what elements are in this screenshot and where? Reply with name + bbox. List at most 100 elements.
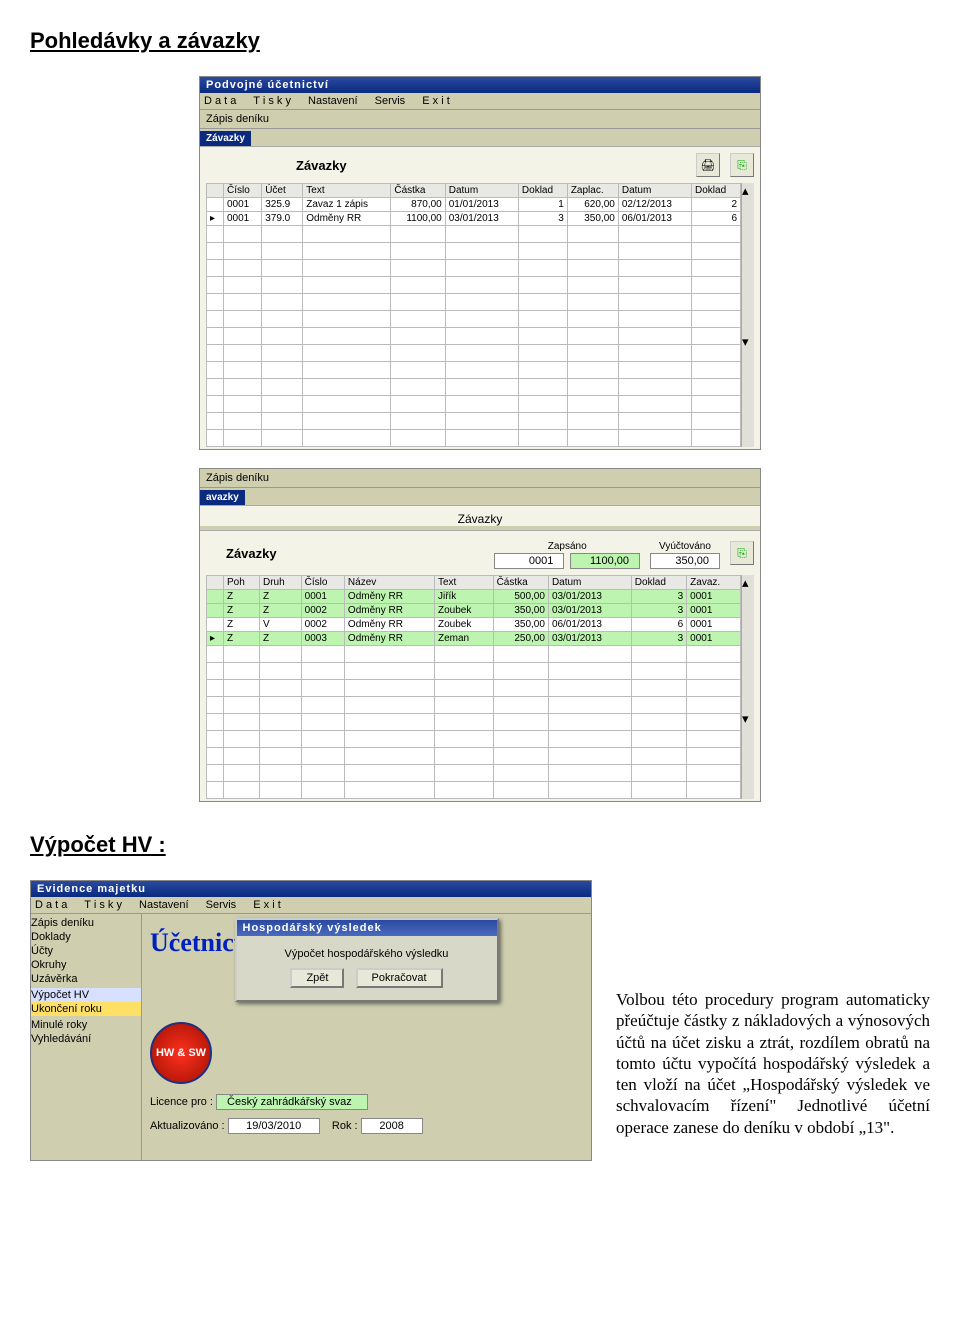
back-button[interactable]: Zpět: [290, 968, 344, 988]
table-row[interactable]: [207, 345, 741, 362]
table-row[interactable]: [207, 328, 741, 345]
aktual-field: 19/03/2010: [228, 1118, 320, 1134]
sidebar-item-ucty[interactable]: Účty: [31, 944, 141, 958]
rok-label: Rok :: [332, 1120, 358, 1132]
license-label: Licence pro :: [150, 1096, 213, 1108]
zavazky-summary-grid[interactable]: Číslo Účet Text Částka Datum Doklad Zapl…: [206, 183, 741, 447]
col-datum[interactable]: Datum: [445, 184, 518, 198]
exit-door-icon[interactable]: ⎘: [730, 541, 754, 565]
sidebar-item-okruhy[interactable]: Okruhy: [31, 958, 141, 972]
table-row[interactable]: [207, 782, 741, 799]
sidebar-item-minule[interactable]: Minulé roky: [31, 1018, 141, 1032]
table-row[interactable]: [207, 697, 741, 714]
menu-item-exit[interactable]: E x i t: [422, 95, 450, 107]
table-row[interactable]: [207, 714, 741, 731]
table-row[interactable]: [207, 680, 741, 697]
col-druh[interactable]: Druh: [260, 576, 302, 590]
col-doklad[interactable]: Doklad: [631, 576, 686, 590]
exit-door-icon[interactable]: ⎘: [730, 153, 754, 177]
modal-vypocet-hv: Hospodářský výsledek Výpočet hospodářské…: [235, 918, 499, 1002]
table-row[interactable]: 0001 325.9 Zavaz 1 zápis 870,00 01/01/20…: [207, 198, 741, 212]
continue-button[interactable]: Pokračovat: [356, 968, 443, 988]
table-row[interactable]: [207, 226, 741, 243]
col-doklad[interactable]: Doklad: [518, 184, 567, 198]
menu-item-servis[interactable]: Servis: [375, 95, 406, 107]
table-row[interactable]: [207, 379, 741, 396]
tab-zavazky[interactable]: Závazky: [200, 131, 251, 146]
license-field: Český zahrádkářský svaz: [216, 1094, 368, 1110]
table-row[interactable]: ZZ0001Odměny RRJiřík500,0003/01/20133000…: [207, 590, 741, 604]
menu-bar[interactable]: D a t a T i s k y Nastavení Servis E x i…: [31, 897, 591, 914]
menu-item-nastaveni[interactable]: Nastavení: [139, 899, 189, 911]
table-row[interactable]: ZV0002Odměny RRZoubek350,0006/01/2013600…: [207, 618, 741, 632]
scrollbar-icon[interactable]: ▴▾: [741, 575, 754, 799]
panel-title: Závazky: [296, 158, 347, 173]
menu-item-data[interactable]: D a t a: [204, 95, 236, 107]
table-row[interactable]: ZZ0002Odměny RRZoubek350,0003/01/2013300…: [207, 604, 741, 618]
subnav-zapis[interactable]: Zápis deníku: [206, 112, 754, 126]
sidebar-item-vypocet-hv[interactable]: Výpočet HV: [31, 988, 141, 1002]
vyuctovano-field[interactable]: 350,00: [650, 553, 720, 569]
col-doklad2[interactable]: Doklad: [692, 184, 741, 198]
table-row[interactable]: [207, 663, 741, 680]
table-row[interactable]: [207, 765, 741, 782]
sidebar-item-ukonceni[interactable]: Ukončení roku: [31, 1002, 141, 1016]
print-icon[interactable]: 🖨: [696, 153, 720, 177]
sidebar-item-zapis[interactable]: Zápis deníku: [31, 916, 141, 930]
menu-item-tisky[interactable]: T i s k y: [253, 95, 291, 107]
table-row[interactable]: [207, 260, 741, 277]
col-datum2[interactable]: Datum: [618, 184, 691, 198]
col-ucet[interactable]: Účet: [262, 184, 303, 198]
modal-title: Hospodářský výsledek: [237, 920, 497, 936]
table-row[interactable]: [207, 646, 741, 663]
zapsano-field[interactable]: 1100,00: [570, 553, 640, 569]
modal-text: Výpočet hospodářského výsledku: [249, 948, 485, 960]
heading-pohledavky: Pohledávky a závazky: [30, 28, 930, 54]
window-vypocet-hv: Evidence majetku D a t a T i s k y Nasta…: [30, 880, 592, 1161]
table-row[interactable]: ▸ZZ0003Odměny RRZeman250,0003/01/2013300…: [207, 632, 741, 646]
tab-zavazky[interactable]: avazky: [200, 490, 245, 505]
table-row[interactable]: [207, 430, 741, 447]
table-row[interactable]: [207, 294, 741, 311]
table-row[interactable]: [207, 362, 741, 379]
id-field[interactable]: 0001: [494, 553, 564, 569]
window-title: Podvojné účetnictví: [200, 77, 760, 93]
col-text[interactable]: Text: [434, 576, 493, 590]
sidebar-item-uzaverka[interactable]: Uzávěrka: [31, 972, 141, 986]
table-row[interactable]: ▸ 0001 379.0 Odměny RR 1100,00 03/01/201…: [207, 212, 741, 226]
col-nazev[interactable]: Název: [344, 576, 434, 590]
col-datum[interactable]: Datum: [548, 576, 631, 590]
table-row[interactable]: [207, 396, 741, 413]
col-cislo[interactable]: Číslo: [301, 576, 344, 590]
col-cislo[interactable]: Číslo: [224, 184, 262, 198]
menu-item-nastaveni[interactable]: Nastavení: [308, 95, 358, 107]
table-row[interactable]: [207, 413, 741, 430]
col-castka[interactable]: Částka: [493, 576, 548, 590]
zapsano-label: Zapsáno: [548, 541, 587, 552]
col-text[interactable]: Text: [303, 184, 391, 198]
col-castka[interactable]: Částka: [391, 184, 445, 198]
table-row[interactable]: [207, 748, 741, 765]
menu-item-exit[interactable]: E x i t: [253, 899, 281, 911]
menu-item-data[interactable]: D a t a: [35, 899, 67, 911]
scrollbar-icon[interactable]: ▴▾: [741, 183, 754, 447]
table-row[interactable]: [207, 277, 741, 294]
zavazky-detail-grid[interactable]: Poh Druh Číslo Název Text Částka Datum D…: [206, 575, 741, 799]
table-row[interactable]: [207, 311, 741, 328]
table-row[interactable]: [207, 731, 741, 748]
subnav-zapis[interactable]: Zápis deníku: [206, 471, 754, 485]
window-title: Evidence majetku: [31, 881, 591, 897]
menu-item-servis[interactable]: Servis: [206, 899, 237, 911]
sidebar-item-vyhledavani[interactable]: Vyhledávání: [31, 1032, 141, 1046]
panel-title-hidden: Závazky: [206, 512, 754, 526]
table-row[interactable]: [207, 243, 741, 260]
menu-bar[interactable]: D a t a T i s k y Nastavení Servis E x i…: [200, 93, 760, 110]
menu-item-tisky[interactable]: T i s k y: [84, 899, 122, 911]
col-zaplac[interactable]: Zaplac.: [567, 184, 618, 198]
col-zavaz[interactable]: Zavaz.: [687, 576, 741, 590]
description-paragraph: Volbou této procedury program automatick…: [616, 989, 930, 1138]
sidebar-item-doklady[interactable]: Doklady: [31, 930, 141, 944]
window-zavazky-detail: Zápis deníku avazky Závazky Závazky Zaps…: [199, 468, 761, 802]
col-poh[interactable]: Poh: [224, 576, 260, 590]
sub-nav: Zápis deníku: [200, 469, 760, 488]
